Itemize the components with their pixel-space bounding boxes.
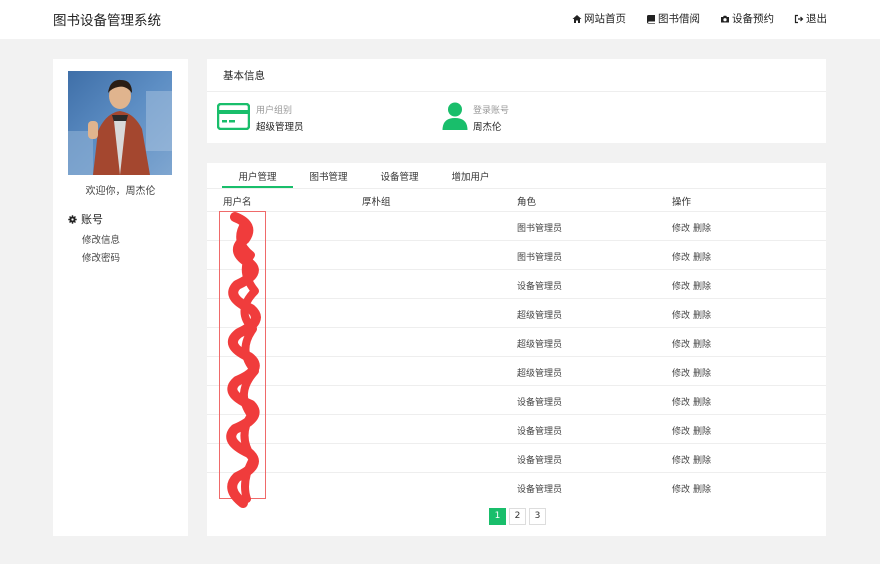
- edit-link[interactable]: 修改: [672, 308, 690, 321]
- delete-link[interactable]: 删除: [693, 250, 711, 263]
- edit-link[interactable]: 修改: [672, 250, 690, 263]
- login-account-label: 登录账号: [473, 106, 510, 116]
- basic-info-card: 基本信息 用户组别 超级管理员 登录账号 周杰伦: [207, 59, 826, 143]
- delete-link[interactable]: 删除: [693, 482, 711, 495]
- nav-device-booking[interactable]: 设备预约: [720, 11, 774, 26]
- user-group-value: 超级管理员: [256, 122, 304, 133]
- top-bar: 图书设备管理系统 网站首页 图书借阅 设备预约 退出: [0, 0, 880, 39]
- nav-logout[interactable]: 退出: [794, 11, 827, 26]
- page-1-button[interactable]: 1: [489, 508, 506, 525]
- divider: [207, 188, 826, 189]
- table-row: 超级管理员 修改 删除: [207, 327, 826, 356]
- edit-link[interactable]: 修改: [672, 424, 690, 437]
- table-row: 图书管理员 修改 删除: [207, 240, 826, 269]
- page-2-button[interactable]: 2: [509, 508, 526, 525]
- basic-info-title: 基本信息: [223, 70, 265, 82]
- nav-logout-label: 退出: [806, 13, 827, 25]
- login-account-value: 周杰伦: [473, 122, 502, 133]
- role-cell: 超级管理员: [517, 340, 563, 350]
- role-cell: 设备管理员: [517, 282, 563, 292]
- role-cell: 设备管理员: [517, 456, 563, 466]
- tab-device-management[interactable]: 设备管理: [364, 163, 435, 188]
- welcome-text: 欢迎你，周杰伦: [85, 186, 156, 197]
- tab-bar: 用户管理 图书管理 设备管理 增加用户: [222, 163, 506, 188]
- role-cell: 设备管理员: [517, 427, 563, 437]
- change-password-link[interactable]: 修改密码: [82, 250, 120, 264]
- column-header-role: 角色: [517, 197, 537, 208]
- tab-add-user[interactable]: 增加用户: [435, 163, 506, 188]
- account-section-title: 账号: [68, 211, 103, 227]
- delete-link[interactable]: 删除: [693, 337, 711, 350]
- pagination: 1 2 3: [489, 508, 546, 525]
- edit-link[interactable]: 修改: [672, 337, 690, 350]
- delete-link[interactable]: 删除: [693, 366, 711, 379]
- signout-icon: [794, 14, 804, 23]
- table-row: 设备管理员 修改 删除: [207, 472, 826, 501]
- delete-link[interactable]: 删除: [693, 279, 711, 292]
- delete-link[interactable]: 删除: [693, 308, 711, 321]
- edit-link[interactable]: 修改: [672, 279, 690, 292]
- role-cell: 超级管理员: [517, 369, 563, 379]
- edit-link[interactable]: 修改: [672, 453, 690, 466]
- table-row: 图书管理员 修改 删除: [207, 211, 826, 240]
- edit-link[interactable]: 修改: [672, 366, 690, 379]
- role-cell: 图书管理员: [517, 253, 563, 263]
- table-row: 设备管理员 修改 删除: [207, 269, 826, 298]
- table-row: 设备管理员 修改 删除: [207, 443, 826, 472]
- nav-home[interactable]: 网站首页: [572, 11, 626, 26]
- edit-link[interactable]: 修改: [672, 221, 690, 234]
- redaction-scribble: [226, 212, 261, 508]
- user-table-card: 用户管理 图书管理 设备管理 增加用户 用户名 厚朴组 角色 操作 图书管理员修…: [207, 163, 826, 536]
- tab-book-management[interactable]: 图书管理: [293, 163, 364, 188]
- role-cell: 设备管理员: [517, 485, 563, 495]
- nav-home-label: 网站首页: [584, 13, 626, 25]
- edit-info-link[interactable]: 修改信息: [82, 232, 120, 246]
- edit-link[interactable]: 修改: [672, 395, 690, 408]
- delete-link[interactable]: 删除: [693, 221, 711, 234]
- nav-device-booking-label: 设备预约: [732, 13, 774, 25]
- account-section-label: 账号: [81, 213, 103, 226]
- avatar: [68, 71, 172, 175]
- role-cell: 超级管理员: [517, 311, 563, 321]
- page-3-button[interactable]: 3: [529, 508, 546, 525]
- delete-link[interactable]: 删除: [693, 395, 711, 408]
- table-row: 超级管理员 修改 删除: [207, 298, 826, 327]
- table-row: 设备管理员 修改 删除: [207, 385, 826, 414]
- user-icon: [442, 102, 468, 130]
- gear-icon: [68, 214, 77, 224]
- site-brand[interactable]: 图书设备管理系统: [53, 9, 161, 29]
- table-row: 设备管理员 修改 删除: [207, 414, 826, 443]
- tab-user-management[interactable]: 用户管理: [222, 163, 293, 188]
- edit-link[interactable]: 修改: [672, 482, 690, 495]
- nav-book-borrow[interactable]: 图书借阅: [646, 11, 700, 26]
- column-header-actions: 操作: [672, 197, 692, 208]
- nav-book-borrow-label: 图书借阅: [658, 13, 700, 25]
- top-nav: 网站首页 图书借阅 设备预约 退出: [572, 11, 827, 26]
- camera-icon: [721, 15, 729, 22]
- home-icon: [572, 14, 582, 23]
- column-header-group: 厚朴组: [362, 197, 391, 208]
- role-cell: 设备管理员: [517, 398, 563, 408]
- delete-link[interactable]: 删除: [693, 424, 711, 437]
- user-group-label: 用户组别: [256, 106, 293, 116]
- book-icon: [647, 14, 655, 24]
- role-cell: 图书管理员: [517, 224, 563, 234]
- divider: [207, 91, 826, 92]
- left-panel: 欢迎你，周杰伦 账号 修改信息 修改密码: [53, 59, 188, 536]
- table-row: 超级管理员 修改 删除: [207, 356, 826, 385]
- delete-link[interactable]: 删除: [693, 453, 711, 466]
- credit-card-icon: [217, 103, 250, 130]
- column-header-username: 用户名: [223, 197, 252, 208]
